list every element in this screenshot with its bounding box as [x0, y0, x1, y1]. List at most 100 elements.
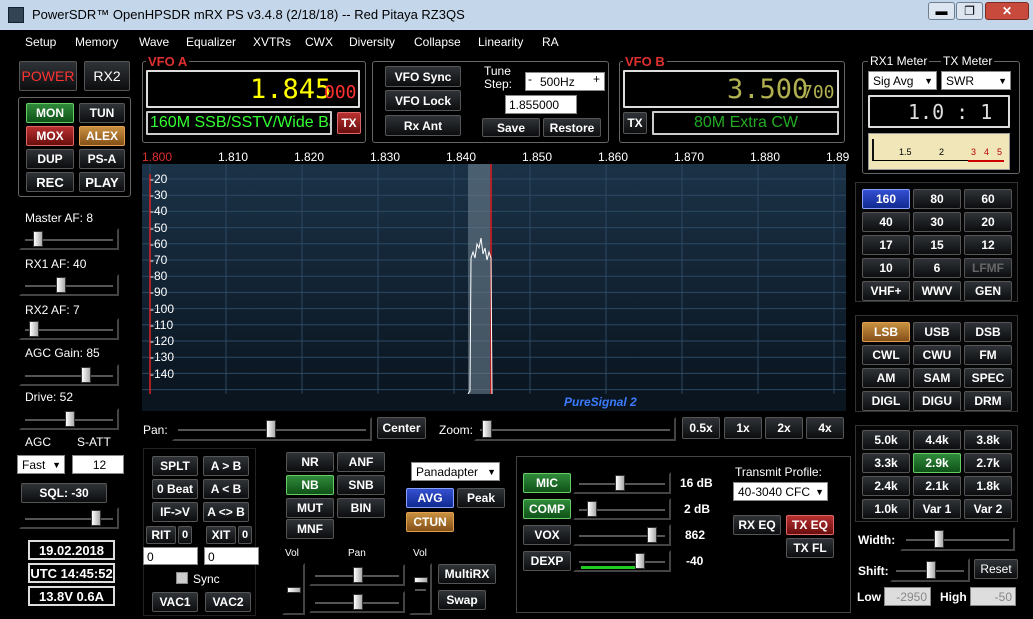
band-vhf-button[interactable]: VHF+: [862, 281, 910, 301]
anf-button[interactable]: ANF: [337, 452, 385, 472]
vfo-lock-button[interactable]: VFO Lock: [385, 90, 461, 111]
menu-diversity[interactable]: Diversity: [349, 35, 395, 49]
snb-button[interactable]: SNB: [337, 475, 385, 495]
avg-button[interactable]: AVG: [406, 488, 454, 508]
filter-1-8k-button[interactable]: 1.8k: [964, 476, 1012, 496]
vac2-button[interactable]: VAC2: [205, 592, 251, 612]
rit-value-input[interactable]: 0: [143, 547, 198, 565]
band-gen-button[interactable]: GEN: [964, 281, 1012, 301]
save-button[interactable]: Save: [482, 118, 540, 137]
bin-button[interactable]: BIN: [337, 498, 385, 518]
xit-clear-button[interactable]: 0: [238, 526, 252, 544]
play-button[interactable]: PLAY: [79, 172, 125, 192]
mnf-button[interactable]: MNF: [286, 519, 334, 539]
slider-thumb[interactable]: [29, 321, 39, 337]
band-6-button[interactable]: 6: [913, 258, 961, 278]
menu-ra[interactable]: RA: [542, 35, 559, 49]
swap-button[interactable]: Swap: [438, 590, 486, 610]
maximize-button[interactable]: ❐: [956, 2, 983, 20]
peak-button[interactable]: Peak: [457, 488, 505, 508]
low-input[interactable]: -2950: [884, 587, 931, 606]
menu-linearity[interactable]: Linearity: [478, 35, 523, 49]
menu-collapse[interactable]: Collapse: [414, 35, 461, 49]
mode-am-button[interactable]: AM: [862, 368, 910, 388]
b-to-a-button[interactable]: A < B: [203, 479, 249, 499]
band-wwv-button[interactable]: WWV: [913, 281, 961, 301]
shift-slider[interactable]: [890, 558, 970, 582]
band-80-button[interactable]: 80: [913, 189, 961, 209]
filter-var2-button[interactable]: Var 2: [964, 499, 1012, 519]
vfo-sync-button[interactable]: VFO Sync: [385, 66, 461, 87]
slider-thumb[interactable]: [56, 277, 66, 293]
tx-fl-button[interactable]: TX FL: [786, 538, 834, 558]
slider-thumb[interactable]: [81, 367, 91, 383]
pan-slider[interactable]: [172, 417, 372, 441]
menu-setup[interactable]: Setup: [25, 35, 56, 49]
tx-eq-button[interactable]: TX EQ: [786, 515, 834, 535]
vox-slider[interactable]: [573, 524, 671, 546]
menu-wave[interactable]: Wave: [139, 35, 169, 49]
mode-sam-button[interactable]: SAM: [913, 368, 961, 388]
agc-gain-slider[interactable]: [19, 364, 119, 386]
high-input[interactable]: -50: [970, 587, 1016, 606]
zoom-1x-button[interactable]: 1x: [724, 417, 762, 439]
mode-lsb-button[interactable]: LSB: [862, 322, 910, 342]
mode-digu-button[interactable]: DIGU: [913, 391, 961, 411]
filter-2-4k-button[interactable]: 2.4k: [862, 476, 910, 496]
splt-button[interactable]: SPLT: [152, 456, 198, 476]
band-10-button[interactable]: 10: [862, 258, 910, 278]
mode-digl-button[interactable]: DIGL: [862, 391, 910, 411]
rx1-pan-slider[interactable]: [309, 564, 405, 586]
band-lfmf-button[interactable]: LFMF: [964, 258, 1012, 278]
slider-thumb[interactable]: [91, 510, 101, 526]
band-160-button[interactable]: 160: [862, 189, 910, 209]
slider-thumb[interactable]: [33, 231, 43, 247]
band-20-button[interactable]: 20: [964, 212, 1012, 232]
sql-slider[interactable]: [19, 507, 119, 529]
slider-thumb[interactable]: [635, 553, 645, 569]
satt-input[interactable]: 12: [72, 455, 124, 474]
agc-mode-select[interactable]: Fast: [17, 455, 65, 474]
zoom-slider[interactable]: [474, 417, 676, 441]
menu-xvtrs[interactable]: XVTRs: [253, 35, 291, 49]
if-v-button[interactable]: IF->V: [152, 502, 198, 522]
slider-thumb[interactable]: [934, 530, 944, 548]
vox-button[interactable]: VOX: [523, 525, 571, 545]
tx-meter-select[interactable]: SWR: [941, 71, 1011, 90]
sync-checkbox[interactable]: [176, 572, 188, 584]
a-swap-b-button[interactable]: A <> B: [203, 502, 249, 522]
slider-thumb[interactable]: [353, 594, 363, 610]
alex-button[interactable]: ALEX: [79, 126, 125, 146]
tune-frequency-input[interactable]: 1.855000: [505, 95, 577, 114]
mic-slider[interactable]: [573, 472, 671, 494]
slider-thumb[interactable]: [353, 567, 363, 583]
xit-button[interactable]: XIT: [206, 526, 236, 544]
mode-usb-button[interactable]: USB: [913, 322, 961, 342]
slider-thumb[interactable]: [926, 561, 936, 579]
mode-cwl-button[interactable]: CWL: [862, 345, 910, 365]
rx2-pan-slider[interactable]: [309, 591, 405, 613]
drive-slider[interactable]: [19, 408, 119, 430]
multirx-button[interactable]: MultiRX: [438, 564, 496, 584]
nb-button[interactable]: NB: [286, 475, 334, 495]
band-30-button[interactable]: 30: [913, 212, 961, 232]
rx1-volume-slider[interactable]: [282, 563, 305, 615]
dup-button[interactable]: DUP: [26, 149, 74, 169]
mut-button[interactable]: MUT: [286, 498, 334, 518]
sql-button[interactable]: SQL: -30: [21, 483, 107, 503]
filter-2-9k-button[interactable]: 2.9k: [913, 453, 961, 473]
band-12-button[interactable]: 12: [964, 235, 1012, 255]
filter-2-7k-button[interactable]: 2.7k: [964, 453, 1012, 473]
slider-thumb[interactable]: [615, 475, 625, 491]
transmit-profile-select[interactable]: 40-3040 CFC: [733, 482, 828, 501]
power-button[interactable]: POWER: [19, 61, 77, 91]
menu-equalizer[interactable]: Equalizer: [186, 35, 236, 49]
rx1-af-slider[interactable]: [19, 274, 119, 296]
filter-2-1k-button[interactable]: 2.1k: [913, 476, 961, 496]
ctun-button[interactable]: CTUN: [406, 512, 454, 532]
band-40-button[interactable]: 40: [862, 212, 910, 232]
shift-reset-button[interactable]: Reset: [974, 559, 1018, 579]
display-mode-select[interactable]: Panadapter: [411, 462, 500, 481]
tune-step-plus[interactable]: +: [593, 72, 600, 86]
center-button[interactable]: Center: [377, 417, 426, 439]
